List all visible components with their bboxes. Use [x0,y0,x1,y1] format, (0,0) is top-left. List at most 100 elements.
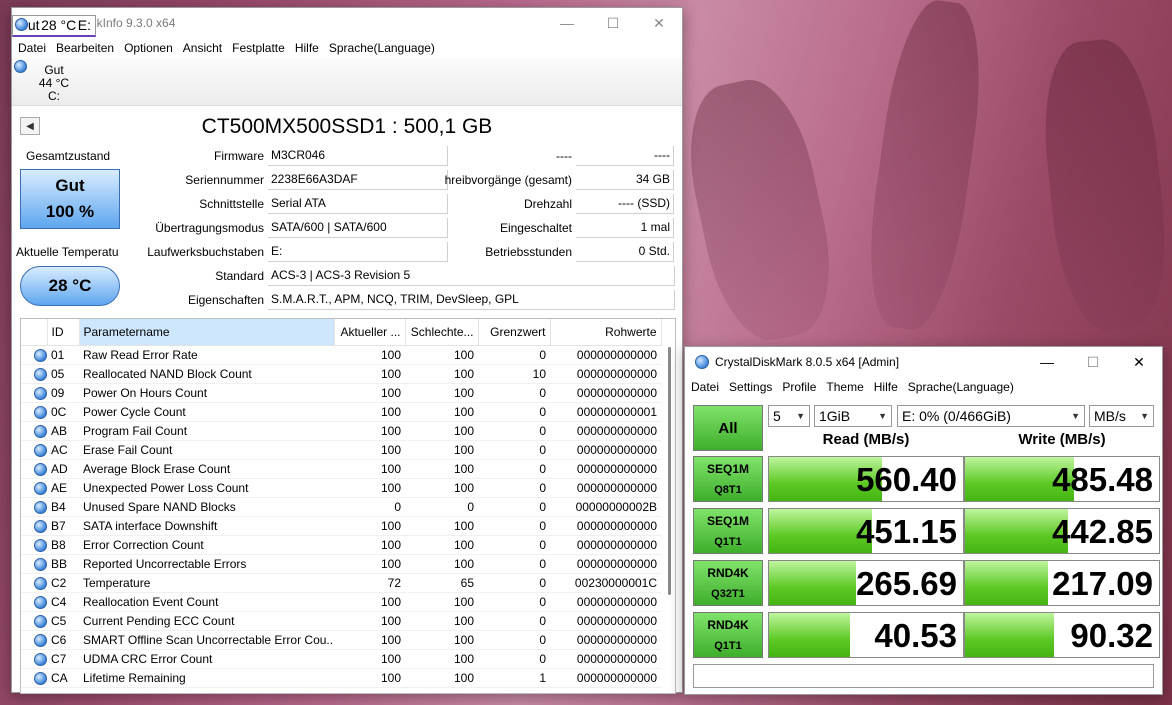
attr-raw: 00230000001C [550,573,661,593]
smart-row[interactable]: C6 SMART Offline Scan Uncorrectable Error… [21,630,661,650]
health-status-box[interactable]: Gut 100 % [20,169,120,229]
menu-sprache[interactable]: Sprache(Language) [329,41,441,55]
window-title: CrystalDiskMark 8.0.5 x64 [Admin] [715,355,900,369]
smart-row[interactable]: C4 Reallocation Event Count 100 100 0 0000000… [21,592,661,612]
smart-row[interactable]: AD Average Block Erase Count 100 100 0 000000… [21,459,661,479]
test-size-select[interactable]: 1GiB ▼ [814,405,892,427]
menu-sprache[interactable]: Sprache(Language) [908,380,1020,394]
menu-datei[interactable]: Datei [18,41,52,55]
drive-tab-e[interactable]: Gut 28 °C E: [12,15,96,37]
smart-row[interactable]: C5 Current Pending ECC Count 100 100 0 000000… [21,611,661,631]
power-on-count-label: Eingeschaltet [499,221,572,235]
unit-select[interactable]: MB/s ▼ [1089,405,1154,427]
attr-worst: 0 [405,497,478,517]
col-raw[interactable]: Rohwerte [550,319,662,346]
close-button[interactable]: ✕ [1116,347,1162,377]
status-ball-icon [15,18,28,31]
attr-current: 100 [334,478,405,498]
minimize-button[interactable]: — [544,8,590,38]
drive-select[interactable]: E: 0% (0/466GiB) ▼ [897,405,1085,427]
attr-current: 100 [334,364,405,384]
attr-id: BB [47,554,79,574]
temperature-box[interactable]: 28 °C [20,266,120,306]
attr-name: Erase Fail Count [79,440,334,460]
status-ball-icon [21,497,47,517]
col-parameter-name[interactable]: Parametername [79,319,335,346]
test-button-1[interactable]: SEQ1M Q1T1 [693,508,763,554]
attr-worst: 100 [405,649,478,669]
menu-settings[interactable]: Settings [729,380,778,394]
smart-row[interactable]: C7 UDMA CRC Error Count 100 100 0 00000000000… [21,649,661,669]
menu-bearbeiten[interactable]: Bearbeiten [56,41,120,55]
smart-row[interactable]: AC Erase Fail Count 100 100 0 000000000000 [21,440,661,460]
status-ball-icon [21,630,47,650]
menu-hilfe[interactable]: Hilfe [874,380,904,394]
attr-id: 09 [47,383,79,403]
attr-threshold: 0 [478,630,550,650]
col-id[interactable]: ID [47,319,80,346]
attr-worst: 100 [405,364,478,384]
smart-row[interactable]: 09 Power On Hours Count 100 100 0 00000000000… [21,383,661,403]
attr-current: 100 [334,345,405,365]
serial-label: Seriennummer [185,173,264,187]
attr-worst: 100 [405,345,478,365]
status-ball-icon [21,668,47,688]
smart-row[interactable]: 05 Reallocated NAND Block Count 100 100 10 00… [21,364,661,384]
attr-raw: 000000000000 [550,345,661,365]
serial-value: 2238E66A3DAF [268,170,448,190]
smart-row[interactable]: C2 Temperature 72 65 0 00230000001C [21,573,661,593]
attr-current: 100 [334,668,405,688]
test-button-2[interactable]: RND4K Q32T1 [693,560,763,606]
attr-threshold: 1 [478,668,550,688]
menu-profile[interactable]: Profile [782,380,822,394]
menu-optionen[interactable]: Optionen [124,41,179,55]
smart-row[interactable]: BB Reported Uncorrectable Errors 100 100 0 00… [21,554,661,574]
test-button-0[interactable]: SEQ1M Q8T1 [693,456,763,502]
power-on-hours-label: Betriebsstunden [485,245,572,259]
smart-row[interactable]: CA Lifetime Remaining 100 100 1 000000000000 [21,668,661,688]
smart-row[interactable]: AB Program Fail Count 100 100 0 000000000000 [21,421,661,441]
test-name: RND4K [707,566,749,580]
smart-row[interactable]: B8 Error Correction Count 100 100 0 000000000… [21,535,661,555]
close-button[interactable]: ✕ [636,8,682,38]
attr-current: 100 [334,535,405,555]
col-threshold[interactable]: Grenzwert [478,319,551,346]
attr-threshold: 0 [478,573,550,593]
smart-row[interactable]: AE Unexpected Power Loss Count 100 100 0 0000… [21,478,661,498]
maximize-button[interactable]: ☐ [590,8,636,38]
smart-table[interactable]: ID Parametername Aktueller ... Schlechte… [20,318,676,694]
attr-threshold: 0 [478,440,550,460]
minimize-button[interactable]: — [1024,347,1070,377]
menu-theme[interactable]: Theme [826,380,869,394]
smart-row[interactable]: 0C Power Cycle Count 100 100 0 000000000001 [21,402,661,422]
smart-row[interactable]: B7 SATA interface Downshift 100 100 0 0000000… [21,516,661,536]
smart-scrollbar[interactable] [668,347,671,595]
attr-raw: 000000000000 [550,478,661,498]
attr-worst: 100 [405,421,478,441]
col-current[interactable]: Aktueller ... [334,319,406,346]
read-result-cell: 451.15 [768,508,964,554]
attr-name: Program Fail Count [79,421,334,441]
firmware-value: M3CR046 [268,146,448,166]
test-name: SEQ1M [706,462,749,476]
test-count-select[interactable]: 5 ▼ [768,405,810,427]
menu-hilfe[interactable]: Hilfe [295,41,325,55]
smart-header-row: ID Parametername Aktueller ... Schlechte… [21,319,662,346]
title-bar[interactable]: CrystalDiskMark 8.0.5 x64 [Admin] — ☐ ✕ [685,347,1162,377]
menu-datei[interactable]: Datei [691,380,725,394]
drive-tab-c[interactable]: Gut 44 °C C: [12,58,96,105]
title-bar[interactable]: CrystalDiskInfo 9.3.0 x64 — ☐ ✕ [12,8,682,38]
menu-festplatte[interactable]: Festplatte [232,41,291,55]
col-worst[interactable]: Schlechte... [405,319,479,346]
wallpaper-streak [1035,35,1172,335]
attr-worst: 100 [405,611,478,631]
col-status[interactable] [21,319,48,346]
maximize-button[interactable]: ☐ [1070,347,1116,377]
attr-id: 0C [47,402,79,422]
smart-row[interactable]: 01 Raw Read Error Rate 100 100 0 000000000000 [21,345,661,365]
attr-threshold: 10 [478,364,550,384]
all-button[interactable]: All [693,405,763,451]
smart-row[interactable]: B4 Unused Spare NAND Blocks 0 0 0 00000000002… [21,497,661,517]
menu-ansicht[interactable]: Ansicht [183,41,228,55]
test-button-3[interactable]: RND4K Q1T1 [693,612,763,658]
